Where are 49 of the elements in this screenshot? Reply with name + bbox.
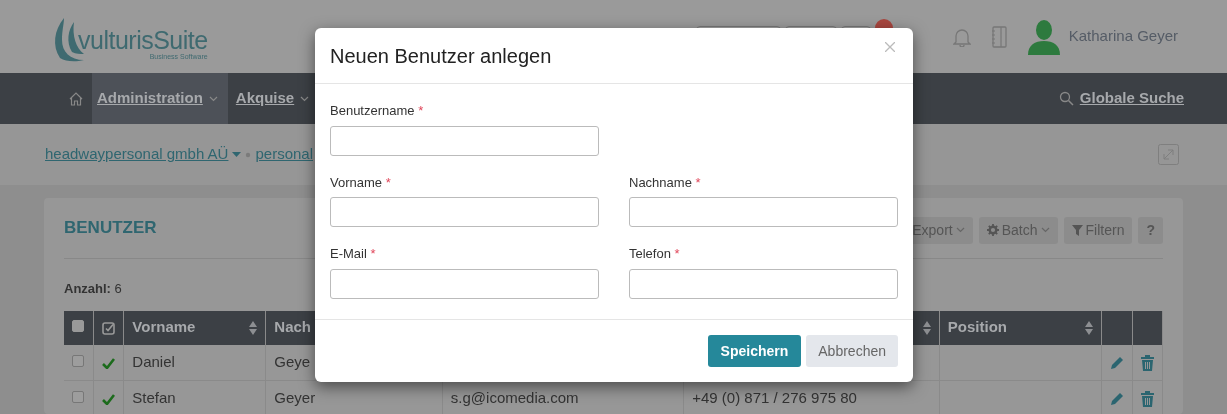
table-cell: s.g@icomedia.com	[450, 389, 579, 407]
global-search-link[interactable]: Globale Suche	[1050, 73, 1192, 124]
trash-icon[interactable]	[1140, 355, 1154, 372]
select-all-checkbox[interactable]	[72, 320, 84, 333]
field-label: Vorname *	[330, 173, 392, 192]
checkbox-icon	[101, 321, 115, 335]
user-name[interactable]: Katharina Geyer	[1068, 25, 1178, 48]
logo-name: vulturisSuite	[78, 27, 208, 53]
gear-icon	[986, 224, 999, 236]
input-field[interactable]	[330, 125, 599, 156]
row-checkbox[interactable]	[72, 391, 84, 404]
input-field[interactable]	[629, 268, 898, 299]
breadcrumb-link[interactable]: headwaypersonal gmbh AÜ	[45, 143, 242, 166]
toolbar-button[interactable]: ?	[1138, 216, 1163, 244]
trash-icon[interactable]	[1140, 391, 1154, 408]
avatar-icon[interactable]	[1026, 18, 1061, 55]
field-label: Benutzername *	[330, 102, 425, 120]
input-field[interactable]	[629, 197, 898, 227]
nav-menu-item[interactable]: Akquise	[227, 73, 318, 124]
panel-title: BENUTZER	[64, 217, 157, 240]
table-cell: Geye	[274, 353, 311, 370]
filter-icon	[1071, 224, 1083, 236]
count-text: Anzahl: 6	[64, 280, 122, 298]
field-label: Telefon *	[629, 245, 681, 263]
input-field[interactable]	[330, 268, 599, 299]
table-cell: Geyer	[274, 389, 316, 407]
column-header[interactable]: Nach	[274, 316, 311, 339]
caret-icon	[1040, 227, 1050, 233]
nav-menu-item[interactable]: Administration	[92, 73, 228, 124]
expand-icon[interactable]	[1158, 144, 1179, 165]
breadcrumb-link[interactable]: personal	[255, 143, 313, 166]
pencil-icon[interactable]	[1110, 392, 1125, 407]
close-icon[interactable]	[885, 41, 895, 52]
notebook-icon[interactable]	[990, 25, 1007, 48]
table-cell: Stefan	[132, 389, 176, 407]
save-button[interactable]: Speichern	[707, 335, 802, 367]
field-label: Nachname *	[629, 173, 702, 192]
input-field[interactable]	[330, 197, 599, 227]
dialog-title: Neuen Benutzer anlegen	[330, 43, 552, 69]
pencil-icon[interactable]	[1110, 356, 1125, 371]
search-icon	[1058, 91, 1074, 106]
caret-icon	[955, 227, 965, 233]
row-checkbox[interactable]	[72, 355, 84, 367]
home-icon[interactable]	[68, 90, 84, 107]
bell-icon[interactable]	[952, 26, 971, 47]
table-cell: Daniel	[132, 353, 175, 370]
cancel-button[interactable]: Abbrechen	[806, 335, 898, 367]
table-cell: +49 (0) 871 / 276 975 80	[692, 389, 857, 407]
field-label: E-Mail *	[330, 245, 377, 263]
